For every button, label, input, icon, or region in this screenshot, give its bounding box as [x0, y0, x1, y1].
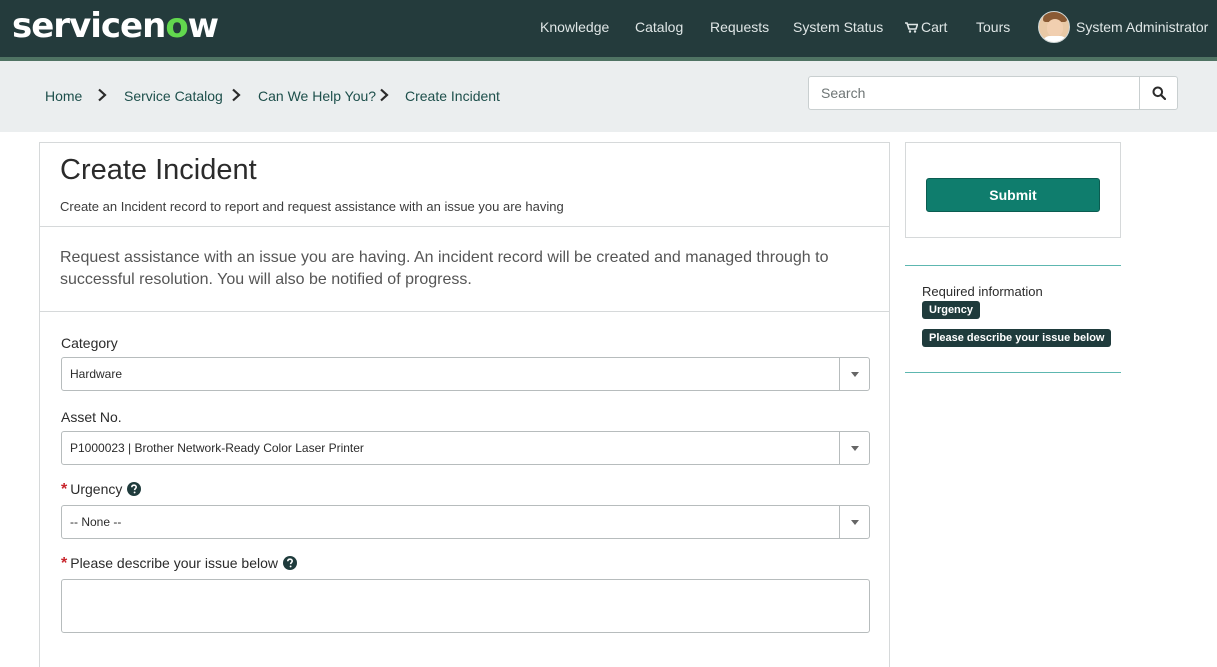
asset-value: P1000023 | Brother Network-Ready Color L… [70, 441, 364, 455]
nav-tours[interactable]: Tours [976, 19, 1010, 35]
category-value: Hardware [70, 367, 123, 381]
breadcrumb-bar: Home Service Catalog Can We Help You? Cr… [0, 61, 1217, 132]
description-label-row: * Please describe your issue below [61, 555, 298, 573]
caret-down-icon [850, 371, 859, 377]
urgency-label: Urgency [70, 481, 123, 497]
help-icon[interactable] [283, 556, 298, 570]
create-incident-form: Create Incident Create an Incident recor… [39, 142, 890, 667]
urgency-label-row: * Urgency [61, 481, 142, 499]
required-asterisk: * [61, 481, 68, 498]
required-badge-description[interactable]: Please describe your issue below [922, 329, 1112, 347]
chevron-right-icon [232, 88, 241, 102]
help-icon[interactable] [127, 482, 142, 496]
nav-cart[interactable]: Cart [905, 19, 947, 35]
submit-button[interactable]: Submit [926, 178, 1100, 212]
breadcrumb-create-incident[interactable]: Create Incident [405, 88, 500, 104]
nav-cart-label: Cart [921, 19, 948, 35]
user-avatar[interactable] [1038, 11, 1070, 43]
description-textarea[interactable] [61, 579, 870, 633]
top-navbar: servicenow Knowledge Catalog Requests Sy… [0, 0, 1217, 57]
cart-icon [905, 22, 918, 33]
page-subtitle: Create an Incident record to report and … [60, 199, 564, 214]
caret-down-icon [850, 519, 859, 525]
nav-knowledge[interactable]: Knowledge [540, 19, 609, 35]
chevron-right-icon [98, 88, 107, 102]
required-asterisk: * [61, 555, 68, 572]
dropdown-arrow[interactable] [839, 358, 869, 390]
breadcrumb-can-we-help[interactable]: Can We Help You? [258, 88, 376, 104]
urgency-select[interactable]: -- None -- [61, 505, 870, 539]
breadcrumb-home[interactable]: Home [45, 88, 82, 104]
submit-card: Submit [905, 142, 1121, 238]
nav-catalog[interactable]: Catalog [635, 19, 683, 35]
category-select[interactable]: Hardware [61, 357, 870, 391]
servicenow-logo[interactable]: servicenow [12, 6, 219, 46]
urgency-value: -- None -- [70, 515, 122, 529]
user-menu[interactable]: System Administrator [1076, 19, 1208, 35]
required-info-title: Required information [922, 284, 1043, 299]
category-label: Category [61, 335, 118, 351]
chevron-right-icon [380, 88, 389, 102]
asset-select[interactable]: P1000023 | Brother Network-Ready Color L… [61, 431, 870, 465]
divider [905, 265, 1121, 266]
nav-system-status[interactable]: System Status [793, 19, 883, 35]
intro-text: Request assistance with an issue you are… [60, 249, 829, 288]
search-button[interactable] [1139, 76, 1178, 110]
required-badge-urgency[interactable]: Urgency [922, 301, 981, 319]
breadcrumb-service-catalog[interactable]: Service Catalog [124, 88, 223, 104]
nav-requests[interactable]: Requests [710, 19, 769, 35]
form-intro: Request assistance with an issue you are… [40, 227, 889, 312]
dropdown-arrow[interactable] [839, 432, 869, 464]
dropdown-arrow[interactable] [839, 506, 869, 538]
form-header: Create Incident Create an Incident recor… [40, 143, 889, 227]
divider [905, 372, 1121, 373]
search-input[interactable] [808, 76, 1140, 110]
asset-label: Asset No. [61, 409, 122, 425]
search-icon [1152, 86, 1166, 100]
description-label: Please describe your issue below [70, 555, 279, 571]
page-title: Create Incident [60, 154, 257, 186]
caret-down-icon [850, 445, 859, 451]
